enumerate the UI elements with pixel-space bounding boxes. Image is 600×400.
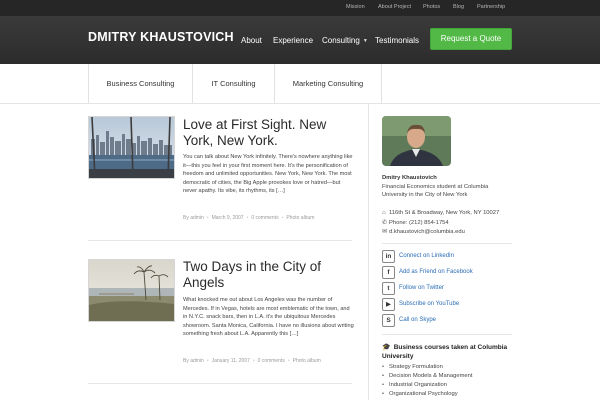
post-meta: By admin • March 9, 2007 • 0 comments • Photo … (183, 215, 314, 221)
facebook-icon: f (382, 266, 395, 279)
graduation-cap-icon: 🎓 (382, 344, 391, 351)
post-date: March 9, 2007 (211, 215, 244, 221)
post-divider (88, 240, 352, 241)
meta-separator: • (287, 358, 290, 364)
nav-testimonials[interactable]: Testimonials (375, 36, 419, 45)
post-author[interactable]: By admin (183, 358, 204, 364)
service-marketing-consulting[interactable]: Marketing Consulting (274, 64, 382, 103)
sidebar-separator (368, 104, 369, 400)
course-item: Organizational Psychology (382, 391, 458, 397)
course-item: Strategy Formulation (382, 364, 443, 370)
post-comments[interactable]: 0 comments (258, 358, 285, 364)
post-date: January 11, 2007 (211, 358, 250, 364)
contact-phone: ✆ Phone: (212) 854-1754 (382, 219, 449, 226)
meta-separator: • (252, 358, 255, 364)
post-meta: By admin • January 11, 2007 • 0 comments • Pho… (183, 358, 321, 364)
profile-photo (382, 116, 451, 166)
post-thumbnail-new-york[interactable] (88, 116, 175, 179)
address-text: 116th St & Broadway, New York, NY 10027 (389, 210, 500, 216)
nav-consulting-label: Consulting (322, 36, 360, 45)
profile-name: Dmitry Khaustovich (382, 175, 437, 181)
youtube-icon: ▶ (382, 298, 395, 311)
courses-heading: 🎓 Business courses taken at Columbia Univ… (382, 343, 512, 361)
sidebar-divider (382, 243, 512, 244)
skype-icon: S (382, 314, 395, 327)
meta-separator: • (206, 358, 209, 364)
service-it-consulting[interactable]: IT Consulting (192, 64, 274, 103)
nav-experience[interactable]: Experience (273, 36, 313, 45)
post-category[interactable]: Photo album (286, 215, 314, 221)
new-york-skyline-image (89, 116, 174, 179)
top-link-about-project[interactable]: About Project (378, 4, 411, 10)
phone-text: Phone: (212) 854-1754 (389, 220, 449, 226)
meta-separator: • (246, 215, 249, 221)
contact-email[interactable]: ✉ d.khaustovich@columbia.edu (382, 228, 465, 235)
request-quote-button[interactable]: Request a Quote (430, 28, 512, 50)
meta-separator: • (281, 215, 284, 221)
post-excerpt: What knocked me out about Los Angeles wa… (183, 297, 354, 338)
nav-consulting[interactable]: Consulting ▼ (322, 36, 368, 45)
chevron-down-icon: ▼ (362, 38, 368, 44)
post-title[interactable]: Love at First Sight. New York, New York. (183, 117, 358, 149)
service-business-consulting[interactable]: Business Consulting (88, 64, 192, 103)
courses-title: Business courses taken at Columbia Unive… (382, 344, 508, 360)
post-divider (88, 383, 352, 384)
social-label[interactable]: Call on Skype (399, 317, 436, 323)
linkedin-icon: in (382, 250, 395, 263)
email-text[interactable]: d.khaustovich@columbia.edu (389, 229, 465, 235)
social-label[interactable]: Subscribe on YouTube (399, 301, 459, 307)
top-bar: Mission About Project Photos Blog Partne… (0, 0, 600, 16)
social-label[interactable]: Connect on LinkedIn (399, 253, 454, 259)
course-item: Industrial Organization (382, 382, 447, 388)
post-author[interactable]: By admin (183, 215, 204, 221)
post-comments[interactable]: 0 comments (251, 215, 278, 221)
social-label[interactable]: Follow on Twitter (399, 285, 444, 291)
top-link-mission[interactable]: Mission (346, 4, 365, 10)
course-item: Decision Models & Management (382, 373, 472, 379)
phone-icon: ✆ (382, 220, 388, 226)
top-link-partnership[interactable]: Partnership (477, 4, 505, 10)
site-header: DMITRY KHAUSTOVICH About Experience Cons… (0, 16, 600, 64)
top-link-photos[interactable]: Photos (423, 4, 440, 10)
contact-address: ⌂ 116th St & Broadway, New York, NY 10027 (382, 210, 499, 216)
post-category[interactable]: Photo album (293, 358, 321, 364)
mail-icon: ✉ (382, 229, 388, 235)
post-excerpt: You can talk about New York infinitely. … (183, 154, 353, 195)
post-thumbnail-los-angeles[interactable] (88, 259, 175, 322)
social-label[interactable]: Add as Friend on Facebook (399, 269, 473, 275)
post-title[interactable]: Two Days in the City of Angels (183, 259, 358, 291)
nav-about[interactable]: About (241, 36, 262, 45)
meta-separator: • (206, 215, 209, 221)
services-strip: Business Consulting IT Consulting Market… (0, 64, 600, 104)
los-angeles-beach-image (89, 260, 174, 321)
avatar (382, 116, 451, 166)
top-link-blog[interactable]: Blog (453, 4, 464, 10)
site-logo[interactable]: DMITRY KHAUSTOVICH (88, 30, 234, 44)
twitter-icon: t (382, 282, 395, 295)
home-icon: ⌂ (382, 210, 386, 216)
profile-role: Financial Economics student at Columbia … (382, 184, 489, 198)
sidebar-divider (382, 334, 512, 335)
